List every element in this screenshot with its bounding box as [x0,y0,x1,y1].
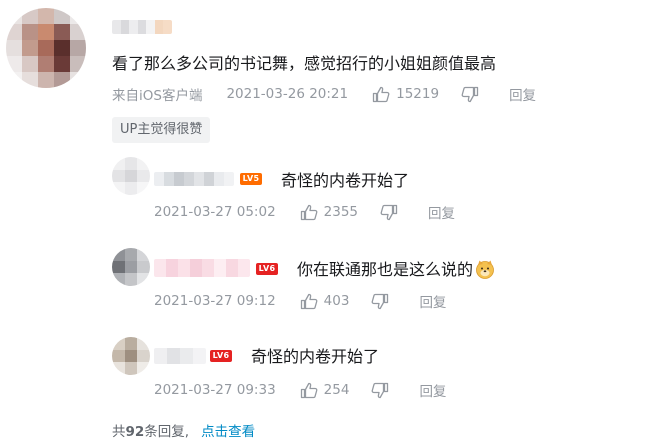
reply-avatar[interactable] [112,337,150,375]
reply-button[interactable]: 回复 [428,202,455,222]
main-username[interactable] [112,20,172,34]
reply-text: 奇怪的内卷开始了 [251,347,380,366]
level-badge: LV6 [256,263,278,275]
reply-username[interactable] [154,348,206,364]
up-liked-badge: UP主觉得很赞 [112,117,211,143]
thumb-up-icon [300,204,318,220]
like-count: 254 [323,382,350,398]
reply-button[interactable]: 回复 [509,84,536,104]
view-replies-link[interactable]: 点击查看 [201,424,255,440]
dislike-button[interactable] [380,204,398,221]
reply-text: 你在联通那也是这么说的 [297,256,495,280]
reply-meta: 2021-03-27 09:33 254 回复 [154,380,446,400]
dislike-button[interactable] [461,86,479,103]
like-button[interactable]: 15219 [372,86,439,103]
like-button[interactable]: 403 [300,293,350,310]
like-button[interactable]: 2355 [300,204,358,221]
thumb-down-icon [461,86,479,102]
like-button[interactable]: 254 [300,382,350,399]
main-comment-text: 看了那么多公司的书记舞，感觉招行的小姐姐颜值最高 [112,54,497,73]
thumb-up-icon [300,382,318,398]
reply-meta: 2021-03-27 05:02 2355 回复 [154,202,455,222]
thumb-down-icon [372,293,389,309]
reply-text: 奇怪的内卷开始了 [281,171,410,190]
reply-count-footer: 共92条回复, 点击查看 [112,420,255,440]
reply-username[interactable] [154,259,250,277]
reply-username[interactable] [154,172,234,186]
like-count: 2355 [323,204,359,220]
reply-button[interactable]: 回复 [419,380,446,400]
thumb-down-icon [380,204,398,220]
like-count: 403 [323,293,350,309]
reply-avatar[interactable] [112,248,150,286]
reply-text-content: 你在联通那也是这么说的 [297,260,474,279]
dislike-button[interactable] [371,293,389,310]
main-avatar[interactable] [6,8,86,88]
like-count: 15219 [396,86,440,102]
main-comment-meta: 来自iOS客户端 2021-03-26 20:21 15219 回复 [112,84,536,104]
doge-emoji-icon [475,259,495,279]
comment-date: 2021-03-26 20:21 [226,86,349,102]
reply-meta: 2021-03-27 09:12 403 回复 [154,291,446,311]
reply-button[interactable]: 回复 [419,291,446,311]
dislike-button[interactable] [371,382,389,399]
reply-count: 92 [125,424,145,440]
reply-date: 2021-03-27 05:02 [154,204,276,220]
thumb-up-icon [300,293,318,309]
level-badge: LV6 [210,350,232,362]
thumb-down-icon [372,382,389,398]
level-badge: LV5 [240,173,262,185]
footer-suffix: 条回复, [144,424,190,440]
reply-date: 2021-03-27 09:33 [154,382,276,398]
thumb-up-icon [372,86,390,102]
footer-prefix: 共 [112,424,126,440]
source-label: 来自iOS客户端 [112,88,203,104]
reply-date: 2021-03-27 09:12 [154,293,276,309]
reply-avatar[interactable] [112,157,150,195]
